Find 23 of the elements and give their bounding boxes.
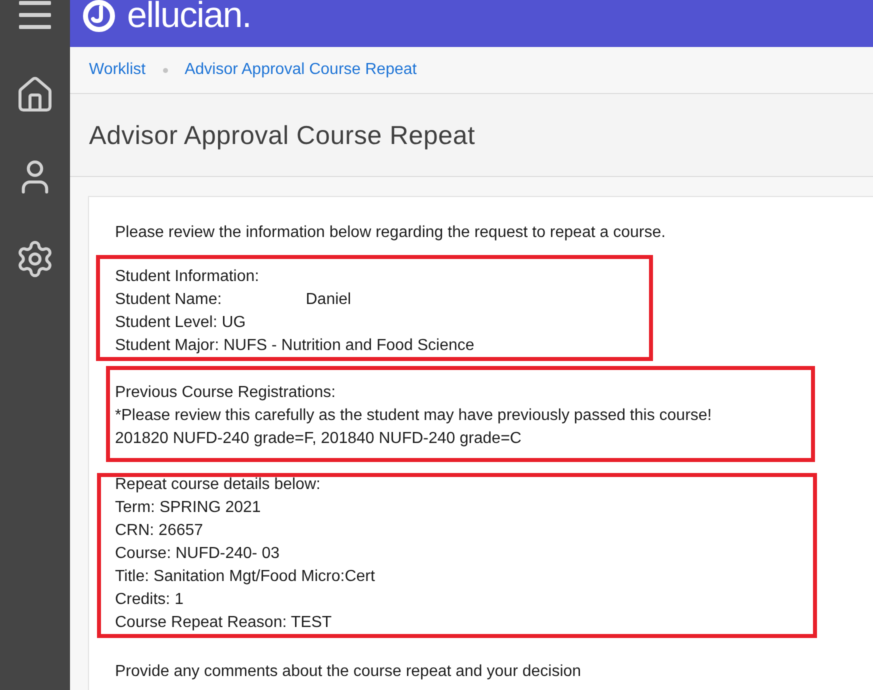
detail-line: Student Major: NUFS - Nutrition and Food Science: [115, 336, 476, 356]
section-heading: Repeat course details below:: [115, 475, 322, 495]
comment-prompt: Provide any comments about the course repeat and your decision: [115, 662, 582, 682]
detail-line: Term: SPRING 2021: [115, 498, 262, 518]
breadcrumb-link[interactable]: Worklist: [89, 58, 146, 82]
section-heading: Student Information:: [115, 267, 260, 287]
breadcrumb-link[interactable]: Advisor Approval Course Repeat: [184, 58, 417, 82]
detail-line: Student Level: UG: [115, 313, 247, 333]
detail-line: Credits: 1: [115, 590, 184, 610]
logo-text: ellucian.: [127, 0, 251, 30]
menu-icon[interactable]: [19, 1, 51, 29]
detail-line: Course Repeat Reason: TEST: [115, 613, 333, 633]
logo-icon: [83, 0, 115, 32]
detail-line: CRN: 26657: [115, 521, 204, 541]
field-value: Daniel: [306, 290, 352, 310]
field-label: Student Name:: [115, 290, 222, 310]
section-heading: Previous Course Registrations:: [115, 383, 337, 403]
detail-line: 201820 NUFD-240 grade=F, 201840 NUFD-240 grade=C: [115, 429, 522, 449]
detail-line: *Please review this carefully as the student may have previously passed this course!: [115, 406, 713, 426]
detail-line: Title: Sanitation Mgt/Food Micro:Cert: [115, 567, 376, 587]
page-title: Advisor Approval Course Repeat: [89, 118, 476, 152]
detail-line: Course: NUFD-240- 03: [115, 544, 280, 564]
intro-text: Please review the information below regarding the request to repeat a course.: [115, 223, 667, 243]
